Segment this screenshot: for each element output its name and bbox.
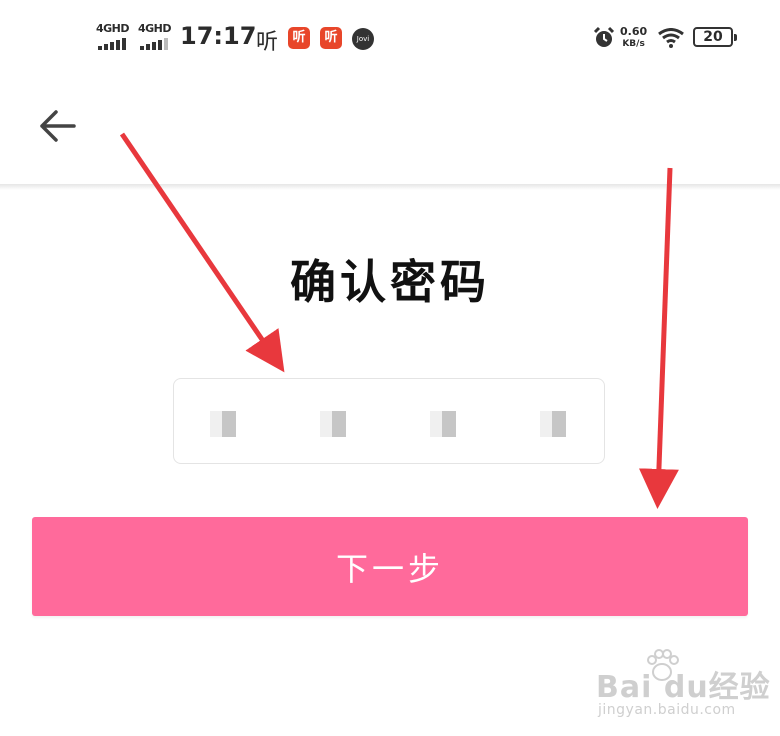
next-step-button[interactable]: 下一步 [32, 517, 748, 616]
alarm-clock-icon [593, 26, 615, 47]
network-speed: 0.60 KB/s [620, 26, 647, 50]
wifi-icon [658, 28, 684, 48]
page-title: 确认密码 [290, 255, 490, 309]
app-header [0, 70, 780, 186]
network-type-label: 4GHD [96, 22, 130, 35]
signal-bars-icon [140, 38, 168, 50]
jovi-icon: Jovi [352, 28, 374, 50]
watermark-url: jingyan.baidu.com [598, 702, 736, 718]
arrow-left-icon [40, 110, 76, 142]
network-speed-value: 0.60 [620, 25, 648, 38]
header-divider [0, 184, 780, 190]
password-input[interactable] [173, 378, 605, 464]
app-badge-icon: 听 [320, 27, 342, 49]
network-speed-unit: KB/s [622, 39, 645, 49]
watermark-brand: Bai du经验 [596, 670, 771, 705]
signal-bars-icon [98, 38, 126, 50]
app-notification-label: 听 [256, 30, 279, 55]
clock: 17:17 [180, 22, 257, 50]
annotation-arrow-to-button [638, 167, 679, 509]
network-type-label: 4GHD [138, 22, 172, 35]
baidu-watermark: Bai du经验 jingyan.baidu.com [596, 649, 772, 726]
battery-indicator: 20 [693, 27, 737, 47]
status-bar: 4GHD 4GHD 17:17 听 听 听 Jovi 0.60 KB/s 20 [0, 0, 780, 70]
app-badge-icon: 听 [288, 27, 310, 49]
back-button[interactable] [36, 104, 80, 148]
